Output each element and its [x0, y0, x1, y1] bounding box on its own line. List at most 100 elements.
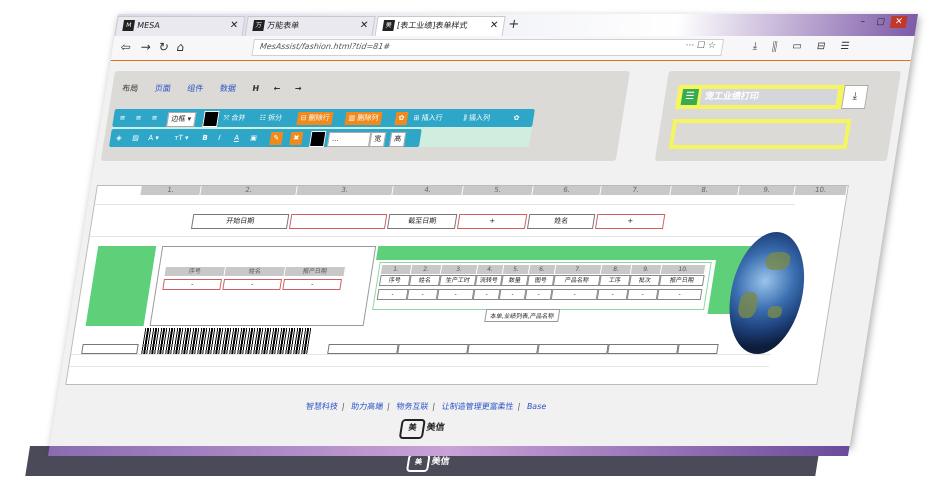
fill-icon[interactable]: ◈: [115, 132, 123, 145]
sub-cell[interactable]: -: [524, 289, 553, 300]
column-header[interactable]: 6.: [532, 186, 602, 195]
print-template-select[interactable]: 宠工业绩打印: [699, 89, 839, 105]
split-button[interactable]: ☷ 拆分: [258, 112, 283, 125]
start-date-input[interactable]: [288, 214, 388, 229]
sub-cell[interactable]: -: [162, 279, 223, 290]
column-header[interactable]: 5.: [462, 186, 534, 195]
sub-cell[interactable]: -: [498, 289, 527, 300]
forward-icon[interactable]: →: [140, 40, 152, 54]
minimize-icon[interactable]: –: [854, 16, 872, 28]
footer-link[interactable]: 物务互联: [396, 402, 429, 411]
align-center-icon[interactable]: ≡: [134, 112, 142, 125]
browser-tools[interactable]: ⤓ ⫼ ▭ ⊟ ☰: [752, 41, 856, 52]
menu-page[interactable]: 页面: [154, 84, 171, 93]
brush-icon[interactable]: ✎: [269, 132, 284, 145]
window-close-icon[interactable]: ✕: [889, 16, 908, 28]
column-header[interactable]: 8.: [670, 186, 740, 195]
column-header[interactable]: 1.: [140, 186, 202, 195]
sub-cell[interactable]: -: [472, 289, 501, 300]
size-input[interactable]: ...: [326, 132, 372, 147]
page-content: 布局 页面 组件 数据 H ← → ≡ ≡ ≡ 边框 ▾ ⤧ 合并 ☷ 拆分 ⊟…: [49, 61, 911, 446]
empty-cell[interactable]: [81, 344, 139, 354]
sub-cell[interactable]: -: [626, 289, 659, 300]
border-color-swatch[interactable]: [202, 111, 220, 127]
sub-cell[interactable]: -: [656, 289, 703, 300]
sub-cell[interactable]: -: [222, 279, 283, 290]
back-icon[interactable]: ⇦: [120, 40, 132, 54]
sub-cell[interactable]: -: [596, 289, 629, 300]
empty-cell[interactable]: [537, 344, 609, 354]
italic-icon[interactable]: I: [217, 132, 221, 145]
sub-header: 姓名: [224, 267, 286, 276]
column-header[interactable]: 2.: [200, 186, 298, 195]
bold-icon[interactable]: B: [201, 132, 209, 145]
barcode-image: [141, 328, 312, 354]
tab-style[interactable]: 美 [表工业绩]表单样式 ✕: [374, 16, 506, 36]
column-header[interactable]: 3.: [296, 186, 394, 195]
sub-cell[interactable]: -: [282, 279, 343, 290]
subtable-left: 序号 姓名 报产日期 - - -: [149, 246, 377, 326]
text-color-swatch[interactable]: [308, 131, 327, 147]
height-button[interactable]: 高: [388, 132, 407, 147]
footer-link[interactable]: 让制造管理更富柔性: [441, 402, 514, 411]
text-box-icon[interactable]: ▣: [249, 132, 258, 145]
footer-link[interactable]: 助力高端: [350, 402, 383, 411]
insert-row-button[interactable]: ⊞ 插入行: [412, 112, 443, 125]
redo-icon[interactable]: →: [294, 84, 302, 93]
align-left-icon[interactable]: ≡: [118, 112, 126, 125]
page-actions[interactable]: ··· ☐ ☆: [685, 41, 717, 51]
sub-cell[interactable]: -: [406, 289, 439, 300]
gear-icon[interactable]: ✿: [512, 112, 520, 125]
close-icon[interactable]: ✕: [229, 20, 239, 31]
empty-cell[interactable]: [467, 344, 539, 354]
empty-cell[interactable]: [677, 344, 719, 354]
url-input[interactable]: MesAssist/fashion.html?tid=81# ··· ☐ ☆: [251, 39, 725, 56]
border-dropdown[interactable]: 边框 ▾: [166, 112, 197, 127]
reload-icon[interactable]: ↻: [158, 40, 170, 54]
new-tab-button[interactable]: +: [507, 17, 520, 32]
toolbar-row-1: ≡ ≡ ≡ 边框 ▾ ⤧ 合并 ☷ 拆分 ⊟ 删除行 ▥ 删除列 ✿ ⊞ 插入行…: [112, 109, 535, 127]
column-header[interactable]: 10.: [794, 186, 848, 195]
undo-icon[interactable]: ←: [273, 84, 281, 93]
underline-icon[interactable]: A: [233, 132, 240, 145]
tab-form[interactable]: 万万能表单 ✕: [244, 16, 376, 36]
name-input[interactable]: +: [594, 214, 666, 229]
settings-icon[interactable]: ✿: [394, 112, 409, 125]
insert-col-button[interactable]: ⫼ 插入列: [462, 112, 491, 125]
column-header[interactable]: 7.: [600, 186, 672, 195]
menu-data[interactable]: 数据: [219, 84, 236, 93]
align-right-icon[interactable]: ≡: [150, 112, 158, 125]
sub-field-label: 生产工时: [438, 275, 477, 286]
menu-component[interactable]: 组件: [187, 84, 204, 93]
sub-cell[interactable]: -: [436, 289, 475, 300]
end-date-input[interactable]: +: [456, 214, 528, 229]
empty-cell[interactable]: [607, 344, 679, 354]
download-button[interactable]: ⤓: [840, 85, 869, 109]
sub-cell[interactable]: -: [550, 289, 599, 300]
grid-line: [70, 354, 772, 355]
footer-link[interactable]: 智慧科技: [305, 402, 338, 411]
font-color-icon[interactable]: A ▾: [147, 132, 160, 145]
clear-icon[interactable]: ✖: [289, 132, 304, 145]
empty-cell[interactable]: [397, 344, 469, 354]
image-icon[interactable]: ▨: [131, 132, 140, 145]
menu-layout[interactable]: 布局: [121, 84, 138, 93]
sub-cell[interactable]: -: [376, 289, 409, 300]
width-button[interactable]: 宽: [368, 132, 387, 147]
save-icon[interactable]: H: [252, 84, 260, 93]
print-option-box[interactable]: [668, 119, 852, 149]
tab-mesa[interactable]: M MESA ✕: [114, 16, 246, 36]
maximize-icon[interactable]: ▢: [872, 16, 890, 28]
close-icon[interactable]: ✕: [359, 20, 369, 31]
home-icon[interactable]: ⌂: [176, 40, 186, 54]
delete-col-button[interactable]: ▥ 删除列: [344, 112, 383, 125]
empty-cell[interactable]: [327, 344, 399, 354]
sub-col-header: 9.: [630, 265, 663, 274]
merge-button[interactable]: ⤧ 合并: [222, 112, 246, 125]
font-size-icon[interactable]: ᴛT ▾: [173, 132, 189, 145]
close-icon[interactable]: ✕: [489, 20, 499, 31]
column-header[interactable]: 4.: [392, 186, 464, 195]
footer-link[interactable]: Base: [526, 402, 547, 411]
delete-row-button[interactable]: ⊟ 删除行: [296, 112, 334, 125]
column-header[interactable]: 9.: [738, 186, 796, 195]
